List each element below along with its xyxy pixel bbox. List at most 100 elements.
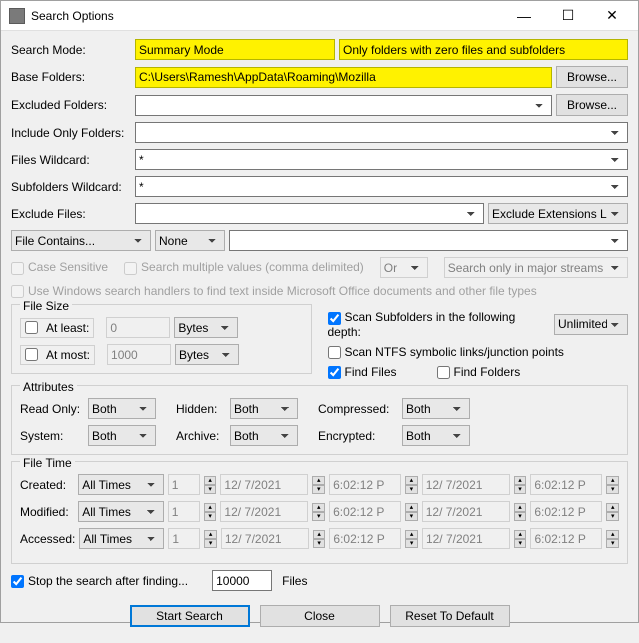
file-contains-match-select[interactable]: None: [155, 230, 225, 251]
accessed-label: Accessed:: [20, 532, 75, 546]
accessed-time-to[interactable]: [530, 528, 602, 549]
base-folders-label: Base Folders:: [11, 70, 131, 84]
at-least-check[interactable]: [25, 321, 38, 334]
files-wildcard-input[interactable]: *: [135, 149, 628, 170]
excluded-folders-input[interactable]: [135, 95, 552, 116]
stop-after-input[interactable]: [212, 570, 272, 591]
accessed-date-to[interactable]: [422, 528, 510, 549]
minimize-button[interactable]: —: [502, 1, 546, 31]
encrypted-select[interactable]: Both: [402, 425, 470, 446]
read-only-select[interactable]: Both: [88, 398, 156, 419]
accessed-count[interactable]: [168, 528, 200, 549]
close-dialog-button[interactable]: Close: [260, 605, 380, 627]
attributes-group: Attributes Read Only:Both Hidden:Both Co…: [11, 385, 628, 455]
modified-times-select[interactable]: All Times: [78, 501, 164, 522]
modified-label: Modified:: [20, 505, 74, 519]
at-most-label: At most:: [46, 348, 90, 362]
accessed-time-from[interactable]: [329, 528, 401, 549]
spinner-icon[interactable]: ▴▾: [312, 476, 325, 494]
spinner-icon[interactable]: ▴▾: [606, 476, 619, 494]
search-options-window: Search Options — ☐ ✕ Search Mode: Summar…: [0, 0, 639, 623]
created-time-from[interactable]: [329, 474, 401, 495]
accessed-times-select[interactable]: All Times: [79, 528, 164, 549]
spinner-icon[interactable]: ▴▾: [204, 476, 217, 494]
read-only-label: Read Only:: [20, 402, 82, 416]
reset-default-button[interactable]: Reset To Default: [390, 605, 510, 627]
spinner-icon[interactable]: ▴▾: [606, 530, 619, 548]
modified-time-from[interactable]: [329, 501, 401, 522]
spinner-icon[interactable]: ▴▾: [204, 530, 217, 548]
search-mode-label: Search Mode:: [11, 43, 131, 57]
modified-date-from[interactable]: [220, 501, 308, 522]
depth-select[interactable]: Unlimited: [554, 314, 628, 335]
spinner-icon[interactable]: ▴▾: [514, 476, 527, 494]
created-times-select[interactable]: All Times: [78, 474, 164, 495]
modified-count[interactable]: [168, 501, 200, 522]
excluded-folders-label: Excluded Folders:: [11, 98, 131, 112]
created-date-to[interactable]: [422, 474, 510, 495]
file-time-group: File Time Created:All Times▴▾▴▾▴▾▴▾▴▾Mod…: [11, 461, 628, 564]
file-contains-select[interactable]: File Contains...: [11, 230, 151, 251]
at-most-check[interactable]: [25, 348, 38, 361]
file-size-legend: File Size: [20, 299, 72, 313]
system-label: System:: [20, 429, 82, 443]
find-folders-check[interactable]: Find Folders: [437, 365, 521, 379]
spinner-icon[interactable]: ▴▾: [514, 503, 527, 521]
search-filter-select[interactable]: Only folders with zero files and subfold…: [339, 39, 628, 60]
exclude-files-label: Exclude Files:: [11, 207, 131, 221]
scan-subfolders-check[interactable]: Scan Subfolders in the following depth:: [328, 310, 551, 338]
browse-base-button[interactable]: Browse...: [556, 66, 628, 88]
at-most-input[interactable]: [107, 344, 171, 365]
modified-time-to[interactable]: [530, 501, 602, 522]
start-search-button[interactable]: Start Search: [130, 605, 250, 627]
created-date-from[interactable]: [220, 474, 308, 495]
exclude-files-input[interactable]: [135, 203, 484, 224]
spinner-icon[interactable]: ▴▾: [313, 530, 326, 548]
at-least-unit-select[interactable]: Bytes: [174, 317, 238, 338]
spinner-icon[interactable]: ▴▾: [514, 530, 527, 548]
spinner-icon[interactable]: ▴▾: [405, 503, 418, 521]
spinner-icon[interactable]: ▴▾: [204, 503, 217, 521]
at-most-unit-select[interactable]: Bytes: [175, 344, 239, 365]
compressed-label: Compressed:: [318, 402, 396, 416]
archive-select[interactable]: Both: [230, 425, 298, 446]
exclude-ext-list-select[interactable]: Exclude Extensions List: [488, 203, 628, 224]
subfolders-wildcard-input[interactable]: *: [135, 176, 628, 197]
stop-after-check[interactable]: Stop the search after finding...: [11, 574, 188, 588]
modified-date-to[interactable]: [422, 501, 510, 522]
compressed-select[interactable]: Both: [402, 398, 470, 419]
spinner-icon[interactable]: ▴▾: [606, 503, 619, 521]
include-only-label: Include Only Folders:: [11, 126, 131, 140]
content: Search Mode: Summary Mode Only folders w…: [1, 31, 638, 643]
file-time-legend: File Time: [20, 456, 75, 470]
search-mode-select[interactable]: Summary Mode: [135, 39, 335, 60]
spinner-icon[interactable]: ▴▾: [405, 530, 418, 548]
base-folders-input[interactable]: C:\Users\Ramesh\AppData\Roaming\Mozilla: [135, 67, 552, 88]
archive-label: Archive:: [176, 429, 224, 443]
encrypted-label: Encrypted:: [318, 429, 396, 443]
file-contains-input[interactable]: [229, 230, 628, 251]
attributes-legend: Attributes: [20, 380, 77, 394]
include-only-input[interactable]: [135, 122, 628, 143]
file-size-group: File Size At least: Bytes At most: Bytes: [11, 304, 312, 374]
created-time-to[interactable]: [530, 474, 602, 495]
accessed-date-from[interactable]: [221, 528, 309, 549]
maximize-button[interactable]: ☐: [546, 1, 590, 31]
at-least-input[interactable]: [106, 317, 170, 338]
close-button[interactable]: ✕: [590, 1, 634, 31]
created-count[interactable]: [168, 474, 200, 495]
or-select: Or: [380, 257, 428, 278]
spinner-icon[interactable]: ▴▾: [405, 476, 418, 494]
spinner-icon[interactable]: ▴▾: [312, 503, 325, 521]
hidden-label: Hidden:: [176, 402, 224, 416]
created-label: Created:: [20, 478, 74, 492]
scan-ntfs-check[interactable]: Scan NTFS symbolic links/junction points: [328, 345, 564, 359]
hidden-select[interactable]: Both: [230, 398, 298, 419]
titlebar: Search Options — ☐ ✕: [1, 1, 638, 31]
at-least-label: At least:: [46, 321, 89, 335]
system-select[interactable]: Both: [88, 425, 156, 446]
browse-excluded-button[interactable]: Browse...: [556, 94, 628, 116]
find-files-check[interactable]: Find Files: [328, 365, 397, 379]
use-handlers-check: Use Windows search handlers to find text…: [11, 284, 537, 298]
files-wildcard-label: Files Wildcard:: [11, 153, 131, 167]
